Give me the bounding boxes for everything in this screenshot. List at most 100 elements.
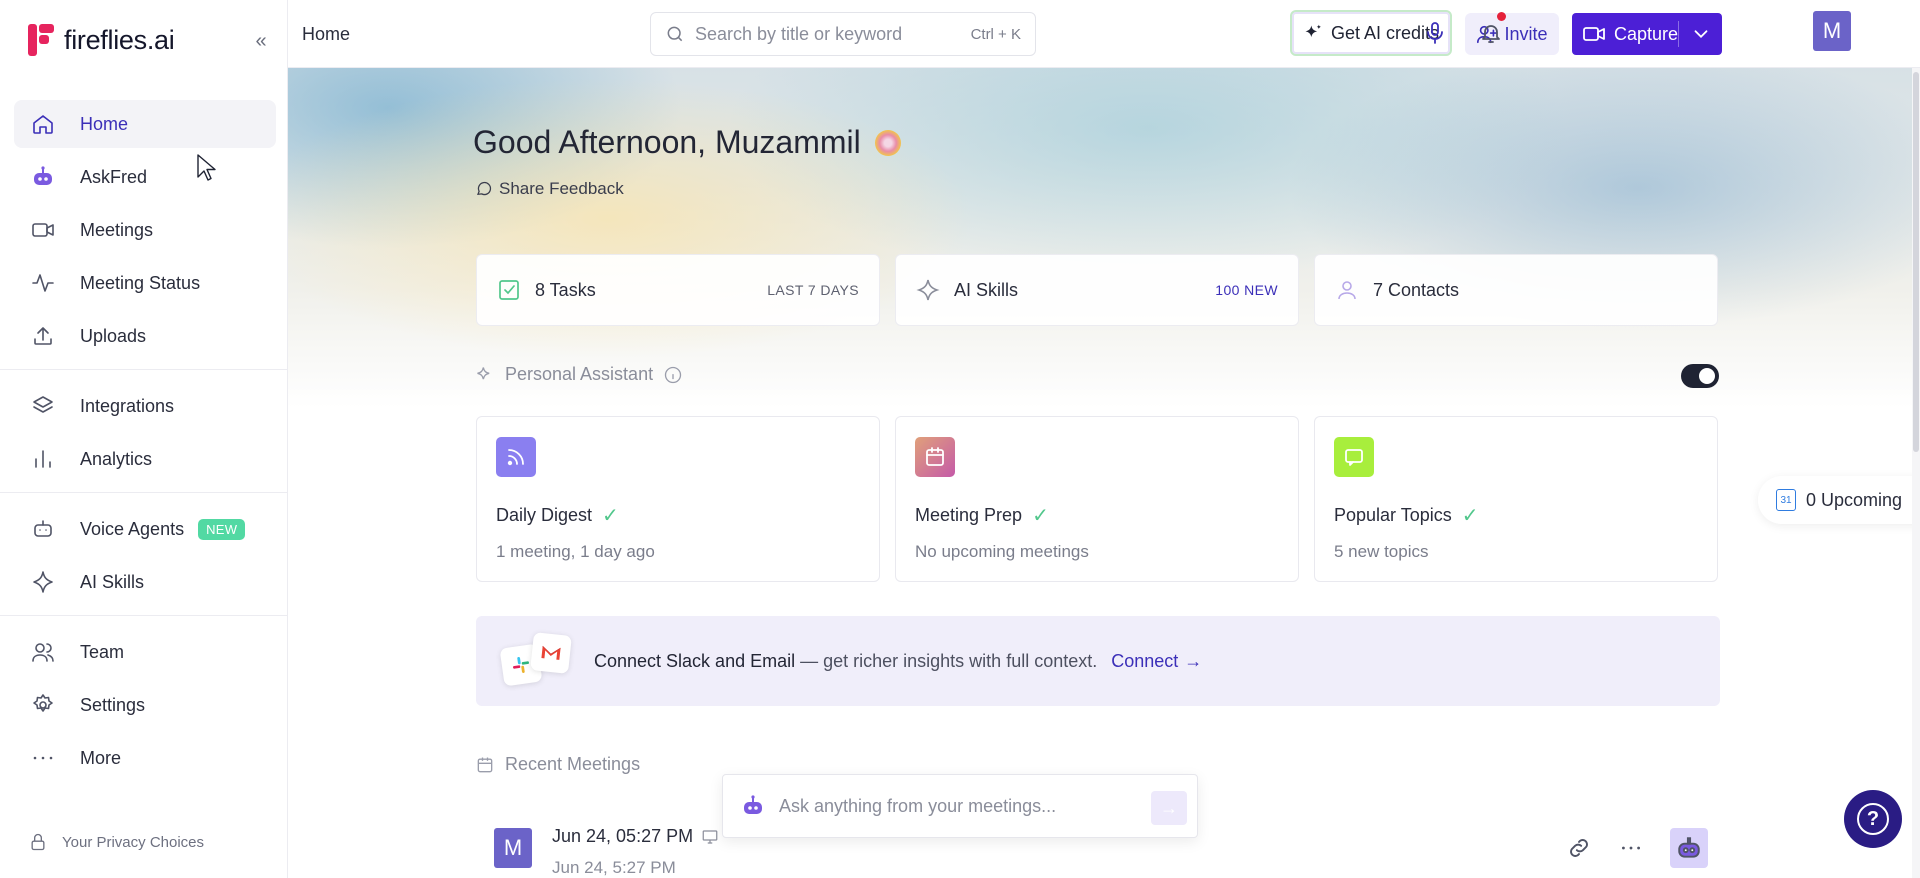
- sidebar-item-analytics[interactable]: Analytics: [14, 435, 276, 483]
- privacy-label: Your Privacy Choices: [62, 833, 205, 851]
- send-button[interactable]: →: [1151, 791, 1187, 825]
- divider: [1678, 21, 1679, 47]
- sidebar-item-settings[interactable]: Settings: [14, 681, 276, 729]
- sidebar-item-label: Integrations: [80, 395, 175, 416]
- home-icon: [30, 111, 56, 137]
- divider: [0, 492, 290, 493]
- notifications-button[interactable]: [1474, 12, 1508, 50]
- sidebar-item-home[interactable]: Home: [14, 100, 276, 148]
- gmail-icon: [530, 632, 572, 674]
- more-dots-icon[interactable]: [1618, 835, 1644, 861]
- sidebar-item-label: AI Skills: [80, 571, 145, 592]
- sparkle-icon: [916, 279, 940, 301]
- ai-skills-label: AI Skills: [954, 279, 1019, 300]
- brand-name: fireflies.ai: [64, 24, 175, 55]
- sidebar-item-askfred[interactable]: AskFred: [14, 153, 276, 201]
- orb-icon: [874, 129, 901, 156]
- link-icon[interactable]: [1566, 835, 1592, 861]
- recent-meetings-label: Recent Meetings: [505, 754, 641, 774]
- search-icon: [667, 26, 683, 42]
- bell-icon: [1482, 25, 1500, 43]
- sidebar-item-label: Uploads: [80, 325, 147, 346]
- sidebar-item-label: More: [80, 747, 122, 768]
- search-input[interactable]: [695, 23, 945, 45]
- askfred-button[interactable]: [1670, 828, 1708, 868]
- askfred-robot-icon: [744, 795, 762, 814]
- sidebar-item-uploads[interactable]: Uploads: [14, 312, 276, 360]
- daily-digest-subtitle: 1 meeting, 1 day ago: [496, 542, 655, 561]
- feedback-label: Share Feedback: [499, 179, 624, 198]
- personal-assistant-toggle[interactable]: [1681, 364, 1719, 388]
- privacy-choices-link[interactable]: Your Privacy Choices: [28, 832, 204, 852]
- tasks-card[interactable]: 8 Tasks LAST 7 DAYS: [476, 254, 880, 326]
- contacts-card[interactable]: 7 Contacts: [1314, 254, 1718, 326]
- sidebar-item-more[interactable]: More: [14, 734, 276, 782]
- daily-digest-title: Daily Digest: [496, 505, 593, 525]
- notification-dot: [1497, 12, 1506, 21]
- meeting-prep-subtitle: No upcoming meetings: [915, 542, 1089, 561]
- sparkles-icon: [477, 366, 490, 379]
- video-camera-icon: [30, 217, 56, 243]
- check-icon: ✓: [1461, 505, 1479, 527]
- sidebar-item-meeting-status[interactable]: Meeting Status: [14, 259, 276, 307]
- app-icons: [499, 632, 574, 688]
- checkbox-icon: [499, 280, 519, 300]
- user-icon: [1338, 281, 1356, 300]
- more-dots-icon: [30, 745, 56, 771]
- upcoming-meetings-tab[interactable]: 31 0 Upcoming: [1758, 476, 1920, 524]
- fireflies-logo-icon: [28, 24, 54, 56]
- rss-icon: [496, 437, 536, 477]
- help-button[interactable]: ?: [1844, 790, 1902, 848]
- capture-button[interactable]: Capture: [1572, 13, 1722, 55]
- share-feedback-link[interactable]: Share Feedback: [475, 179, 624, 199]
- bar-chart-icon: [30, 446, 56, 472]
- tasks-meta: LAST 7 DAYS: [767, 282, 859, 298]
- sidebar-item-ai-skills[interactable]: AI Skills: [14, 558, 276, 606]
- search-shortcut: Ctrl + K: [970, 25, 1021, 43]
- sidebar-item-label: Meetings: [80, 219, 154, 240]
- brand[interactable]: fireflies.ai: [28, 24, 175, 56]
- microphone-icon: [1427, 22, 1443, 44]
- meeting-title: Jun 24, 05:27 PM: [552, 826, 694, 846]
- sidebar-item-integrations[interactable]: Integrations: [14, 382, 276, 430]
- chat-bubble-icon: [1334, 437, 1374, 477]
- ask-fred-bar: →: [722, 774, 1198, 838]
- lock-icon: [31, 833, 45, 851]
- microphone-button[interactable]: [1418, 16, 1452, 50]
- daily-digest-card[interactable]: Daily Digest ✓ 1 meeting, 1 day ago: [476, 416, 880, 582]
- greeting: Good Afternoon, Muzammil: [473, 124, 901, 161]
- sidebar-item-voice-agents[interactable]: Voice Agents NEW: [14, 505, 276, 553]
- meeting-prep-title: Meeting Prep: [915, 505, 1023, 525]
- popular-topics-card[interactable]: Popular Topics ✓ 5 new topics: [1314, 416, 1718, 582]
- connect-link-label: Connect: [1111, 650, 1179, 671]
- sidebar-item-label: Analytics: [80, 448, 153, 469]
- ask-input[interactable]: [779, 795, 1119, 817]
- sidebar-item-label: Team: [80, 641, 125, 662]
- ai-skills-card[interactable]: AI Skills 100 NEW: [895, 254, 1299, 326]
- new-badge: NEW: [198, 518, 246, 540]
- search-box[interactable]: Ctrl + K: [650, 12, 1036, 56]
- users-icon: [30, 639, 56, 665]
- monitor-icon: [702, 829, 718, 844]
- sidebar-item-label: AskFred: [80, 166, 148, 187]
- askfred-robot-icon: [30, 164, 56, 190]
- meeting-prep-card[interactable]: Meeting Prep ✓ No upcoming meetings: [895, 416, 1299, 582]
- top-bar: Home Ctrl + K Get AI credits Invite Capt…: [288, 0, 1920, 68]
- sidebar: fireflies.ai « Home AskFred Meetings Mee…: [0, 0, 290, 878]
- chevron-down-icon[interactable]: [1690, 23, 1712, 45]
- invite-label: Invite: [1504, 23, 1548, 44]
- info-icon[interactable]: [663, 365, 683, 385]
- greeting-text: Good Afternoon, Muzammil: [473, 124, 861, 160]
- sidebar-item-team[interactable]: Team: [14, 628, 276, 676]
- sidebar-item-meetings[interactable]: Meetings: [14, 206, 276, 254]
- connect-link[interactable]: Connect →: [1111, 651, 1202, 672]
- sidebar-item-label: Voice Agents: [80, 518, 185, 539]
- sidebar-nav: Home AskFred Meetings Meeting Status Upl…: [0, 100, 290, 787]
- connect-strong-text: Connect Slack and Email: [594, 650, 796, 671]
- collapse-sidebar-icon[interactable]: «: [250, 30, 272, 52]
- bot-icon: [30, 516, 56, 542]
- scrollbar-thumb[interactable]: [1913, 72, 1919, 452]
- capture-label: Capture: [1614, 23, 1679, 44]
- avatar[interactable]: M: [1813, 11, 1851, 51]
- google-calendar-icon: 31: [1776, 489, 1796, 511]
